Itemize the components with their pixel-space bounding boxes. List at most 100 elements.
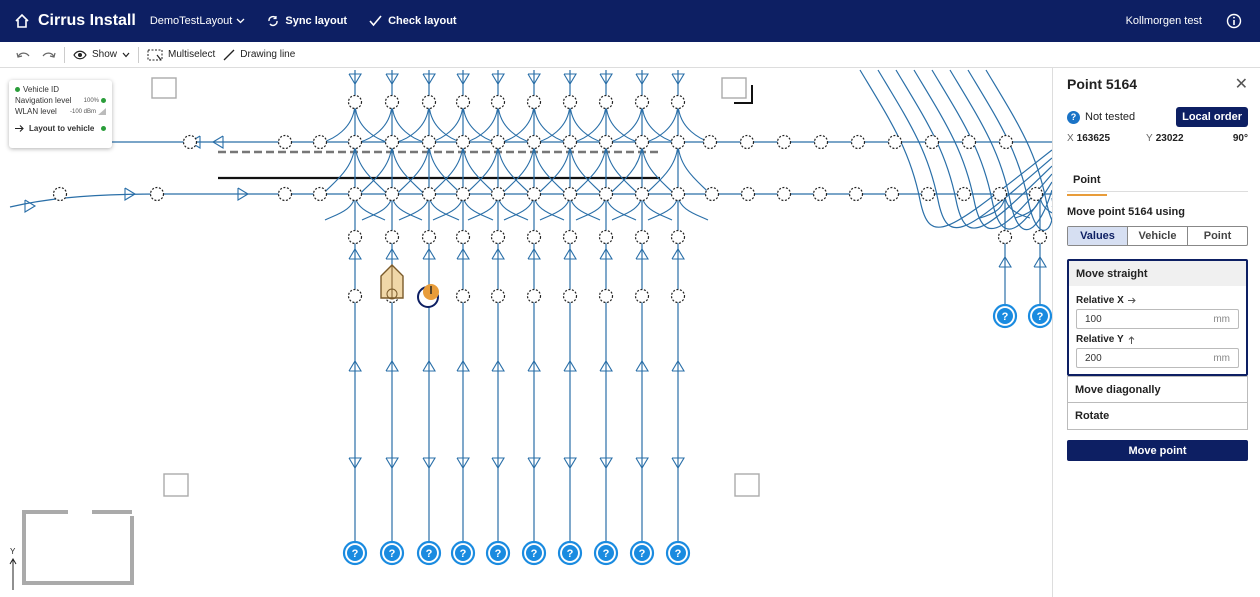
- path-point[interactable]: [634, 94, 650, 110]
- path-point[interactable]: [490, 94, 506, 110]
- path-point[interactable]: [490, 186, 506, 202]
- path-point[interactable]: [704, 186, 720, 202]
- path-point[interactable]: [277, 186, 293, 202]
- path-point[interactable]: [277, 134, 293, 150]
- layout-canvas[interactable]: ???????????? Y: [0, 68, 1052, 597]
- path-point[interactable]: [526, 134, 542, 150]
- local-order-button[interactable]: Local order: [1176, 107, 1248, 127]
- drawing-line-button[interactable]: Drawing line: [223, 49, 295, 61]
- path-point[interactable]: [347, 134, 363, 150]
- path-point[interactable]: [998, 134, 1014, 150]
- relative-y-input[interactable]: 200 mm: [1076, 348, 1239, 368]
- path-point[interactable]: [813, 134, 829, 150]
- path-point[interactable]: [526, 186, 542, 202]
- path-point[interactable]: [739, 134, 755, 150]
- path-point[interactable]: [455, 229, 471, 245]
- path-point[interactable]: [920, 186, 936, 202]
- move-straight-header[interactable]: Move straight: [1069, 261, 1246, 286]
- path-point[interactable]: [384, 186, 400, 202]
- path-point[interactable]: [526, 288, 542, 304]
- close-icon[interactable]: ✕: [1235, 74, 1248, 94]
- path-point[interactable]: [634, 229, 650, 245]
- path-point[interactable]: [598, 94, 614, 110]
- path-point[interactable]: [562, 229, 578, 245]
- path-point[interactable]: [490, 288, 506, 304]
- path-point[interactable]: [992, 186, 1008, 202]
- path-point[interactable]: [455, 94, 471, 110]
- path-point[interactable]: [347, 186, 363, 202]
- path-point[interactable]: [384, 94, 400, 110]
- path-point[interactable]: [52, 186, 68, 202]
- relative-x-input[interactable]: 100 mm: [1076, 309, 1239, 329]
- path-point[interactable]: [562, 94, 578, 110]
- path-point[interactable]: [740, 186, 756, 202]
- path-point[interactable]: [347, 229, 363, 245]
- path-point[interactable]: [776, 186, 792, 202]
- path-point[interactable]: [702, 134, 718, 150]
- move-diagonally-section[interactable]: Move diagonally: [1067, 376, 1248, 403]
- path-point[interactable]: [526, 94, 542, 110]
- path-point[interactable]: [776, 134, 792, 150]
- path-point[interactable]: [384, 134, 400, 150]
- mode-point[interactable]: Point: [1188, 227, 1247, 245]
- path-point[interactable]: [455, 288, 471, 304]
- path-point[interactable]: [562, 134, 578, 150]
- path-point[interactable]: [490, 229, 506, 245]
- path-point[interactable]: [312, 186, 328, 202]
- info-icon[interactable]: [1226, 13, 1242, 29]
- redo-icon[interactable]: [42, 50, 56, 60]
- path-point[interactable]: [812, 186, 828, 202]
- path-point[interactable]: [384, 229, 400, 245]
- layout-map[interactable]: ??????????? ? Y: [0, 68, 1052, 597]
- move-point-button[interactable]: Move point: [1067, 440, 1248, 461]
- show-button[interactable]: Show: [73, 49, 130, 60]
- path-point[interactable]: [455, 186, 471, 202]
- path-point[interactable]: [421, 229, 437, 245]
- path-point[interactable]: [598, 186, 614, 202]
- path-point[interactable]: [634, 186, 650, 202]
- mode-vehicle[interactable]: Vehicle: [1128, 227, 1188, 245]
- path-point[interactable]: [887, 134, 903, 150]
- path-point[interactable]: [526, 229, 542, 245]
- path-point[interactable]: [848, 186, 864, 202]
- path-point[interactable]: [670, 186, 686, 202]
- check-layout-button[interactable]: Check layout: [369, 15, 457, 27]
- path-point[interactable]: [562, 186, 578, 202]
- path-point[interactable]: [347, 288, 363, 304]
- tab-point[interactable]: Point: [1067, 174, 1107, 196]
- multiselect-button[interactable]: Multiselect: [147, 49, 215, 61]
- path-point[interactable]: [149, 186, 165, 202]
- path-point[interactable]: [312, 134, 328, 150]
- path-point[interactable]: [455, 134, 471, 150]
- path-point[interactable]: [961, 134, 977, 150]
- path-point[interactable]: [598, 288, 614, 304]
- path-point[interactable]: [670, 134, 686, 150]
- path-point[interactable]: [182, 134, 198, 150]
- path-point[interactable]: [670, 94, 686, 110]
- path-point[interactable]: [562, 288, 578, 304]
- path-point[interactable]: [997, 229, 1013, 245]
- path-point[interactable]: [670, 229, 686, 245]
- path-point[interactable]: [1032, 229, 1048, 245]
- sync-layout-button[interactable]: Sync layout: [267, 15, 347, 27]
- path-point[interactable]: [634, 288, 650, 304]
- path-point[interactable]: [347, 94, 363, 110]
- path-point[interactable]: [421, 134, 437, 150]
- path-point[interactable]: [924, 134, 940, 150]
- path-point[interactable]: [421, 94, 437, 110]
- user-name[interactable]: Kollmorgen test: [1126, 15, 1202, 27]
- path-point[interactable]: [670, 288, 686, 304]
- path-point[interactable]: [421, 186, 437, 202]
- undo-icon[interactable]: [16, 50, 30, 60]
- rotate-section[interactable]: Rotate: [1067, 403, 1248, 430]
- path-point[interactable]: [1028, 186, 1044, 202]
- path-point[interactable]: [634, 134, 650, 150]
- path-point[interactable]: [956, 186, 972, 202]
- path-point[interactable]: [598, 229, 614, 245]
- layout-selector[interactable]: DemoTestLayout: [150, 15, 246, 27]
- path-point[interactable]: [490, 134, 506, 150]
- mode-values[interactable]: Values: [1068, 227, 1128, 245]
- path-point[interactable]: [598, 134, 614, 150]
- path-point[interactable]: [884, 186, 900, 202]
- home-icon[interactable]: [14, 13, 30, 29]
